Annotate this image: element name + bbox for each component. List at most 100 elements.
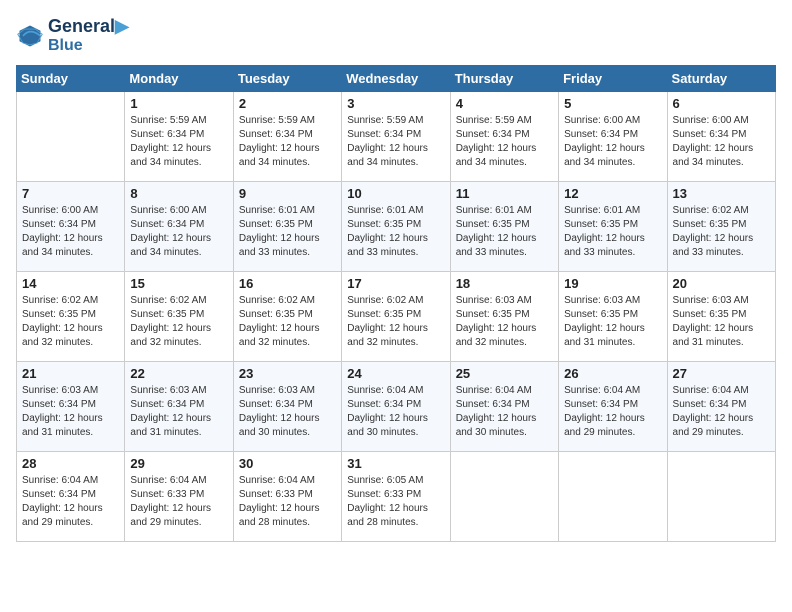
calendar-cell: 3 Sunrise: 5:59 AM Sunset: 6:34 PM Daylig… [342,92,450,182]
calendar-week-row: 21 Sunrise: 6:03 AM Sunset: 6:34 PM Dayli… [17,362,776,452]
column-header-monday: Monday [125,66,233,92]
calendar-cell: 19 Sunrise: 6:03 AM Sunset: 6:35 PM Dayli… [559,272,667,362]
calendar-cell: 10 Sunrise: 6:01 AM Sunset: 6:35 PM Dayli… [342,182,450,272]
day-info: Sunrise: 6:04 AM Sunset: 6:33 PM Dayligh… [130,474,227,530]
calendar-cell [559,452,667,542]
calendar-week-row: 1 Sunrise: 5:59 AM Sunset: 6:34 PM Daylig… [17,92,776,182]
day-number: 13 [673,186,770,201]
day-info: Sunrise: 6:04 AM Sunset: 6:34 PM Dayligh… [22,474,119,530]
day-info: Sunrise: 6:03 AM Sunset: 6:35 PM Dayligh… [456,294,553,350]
calendar-cell: 9 Sunrise: 6:01 AM Sunset: 6:35 PM Daylig… [233,182,341,272]
day-number: 4 [456,96,553,111]
day-number: 14 [22,276,119,291]
day-number: 21 [22,366,119,381]
calendar-header-row: SundayMondayTuesdayWednesdayThursdayFrid… [17,66,776,92]
column-header-saturday: Saturday [667,66,775,92]
day-number: 1 [130,96,227,111]
day-number: 10 [347,186,444,201]
day-number: 5 [564,96,661,111]
day-number: 22 [130,366,227,381]
calendar-table: SundayMondayTuesdayWednesdayThursdayFrid… [16,65,776,542]
column-header-friday: Friday [559,66,667,92]
column-header-thursday: Thursday [450,66,558,92]
day-info: Sunrise: 6:01 AM Sunset: 6:35 PM Dayligh… [239,204,336,260]
day-number: 8 [130,186,227,201]
day-number: 23 [239,366,336,381]
calendar-cell: 11 Sunrise: 6:01 AM Sunset: 6:35 PM Dayli… [450,182,558,272]
calendar-cell: 22Sunrise: 6:03 AM Sunset: 6:34 PM Dayli… [125,362,233,452]
day-info: Sunrise: 5:59 AM Sunset: 6:34 PM Dayligh… [239,114,336,170]
calendar-cell: 21 Sunrise: 6:03 AM Sunset: 6:34 PM Dayli… [17,362,125,452]
day-number: 24 [347,366,444,381]
day-number: 12 [564,186,661,201]
calendar-cell: 31 Sunrise: 6:05 AM Sunset: 6:33 PM Dayli… [342,452,450,542]
calendar-cell: 16 Sunrise: 6:02 AM Sunset: 6:35 PM Dayli… [233,272,341,362]
day-info: Sunrise: 6:00 AM Sunset: 6:34 PM Dayligh… [673,114,770,170]
day-info: Sunrise: 6:02 AM Sunset: 6:35 PM Dayligh… [130,294,227,350]
calendar-week-row: 14 Sunrise: 6:02 AM Sunset: 6:35 PM Dayli… [17,272,776,362]
day-info: Sunrise: 6:00 AM Sunset: 6:34 PM Dayligh… [130,204,227,260]
calendar-cell: 12 Sunrise: 6:01 AM Sunset: 6:35 PM Dayli… [559,182,667,272]
calendar-cell: 4 Sunrise: 5:59 AM Sunset: 6:34 PM Daylig… [450,92,558,182]
calendar-cell: 27 Sunrise: 6:04 AM Sunset: 6:34 PM Dayli… [667,362,775,452]
column-header-sunday: Sunday [17,66,125,92]
day-number: 19 [564,276,661,291]
day-info: Sunrise: 6:00 AM Sunset: 6:34 PM Dayligh… [564,114,661,170]
calendar-cell: 28 Sunrise: 6:04 AM Sunset: 6:34 PM Dayli… [17,452,125,542]
calendar-cell: 6Sunrise: 6:00 AM Sunset: 6:34 PM Daylig… [667,92,775,182]
day-info: Sunrise: 6:02 AM Sunset: 6:35 PM Dayligh… [673,204,770,260]
calendar-cell: 17 Sunrise: 6:02 AM Sunset: 6:35 PM Dayli… [342,272,450,362]
logo-text: General▶ Blue [48,16,129,55]
day-number: 15 [130,276,227,291]
calendar-cell: 5 Sunrise: 6:00 AM Sunset: 6:34 PM Daylig… [559,92,667,182]
day-info: Sunrise: 6:02 AM Sunset: 6:35 PM Dayligh… [239,294,336,350]
calendar-cell: 1 Sunrise: 5:59 AM Sunset: 6:34 PM Daylig… [125,92,233,182]
day-info: Sunrise: 6:04 AM Sunset: 6:34 PM Dayligh… [347,384,444,440]
calendar-cell [667,452,775,542]
calendar-cell: 8 Sunrise: 6:00 AM Sunset: 6:34 PM Daylig… [125,182,233,272]
calendar-cell: 24 Sunrise: 6:04 AM Sunset: 6:34 PM Dayli… [342,362,450,452]
day-info: Sunrise: 6:02 AM Sunset: 6:35 PM Dayligh… [347,294,444,350]
calendar-cell: 18 Sunrise: 6:03 AM Sunset: 6:35 PM Dayli… [450,272,558,362]
day-info: Sunrise: 6:01 AM Sunset: 6:35 PM Dayligh… [456,204,553,260]
calendar-cell: 29 Sunrise: 6:04 AM Sunset: 6:33 PM Dayli… [125,452,233,542]
calendar-cell: 20 Sunrise: 6:03 AM Sunset: 6:35 PM Dayli… [667,272,775,362]
day-info: Sunrise: 6:01 AM Sunset: 6:35 PM Dayligh… [564,204,661,260]
calendar-cell: 7Sunrise: 6:00 AM Sunset: 6:34 PM Daylig… [17,182,125,272]
calendar-week-row: 7 Sunrise: 6:00 AM Sunset: 6:34 PM Daylig… [17,182,776,272]
day-number: 3 [347,96,444,111]
day-number: 27 [673,366,770,381]
logo: General▶ Blue [16,16,129,55]
logo-icon [16,22,44,50]
day-info: Sunrise: 6:05 AM Sunset: 6:33 PM Dayligh… [347,474,444,530]
day-number: 18 [456,276,553,291]
day-info: Sunrise: 5:59 AM Sunset: 6:34 PM Dayligh… [130,114,227,170]
day-number: 7 [22,186,119,201]
day-number: 29 [130,456,227,471]
day-info: Sunrise: 5:59 AM Sunset: 6:34 PM Dayligh… [347,114,444,170]
day-info: Sunrise: 6:03 AM Sunset: 6:34 PM Dayligh… [22,384,119,440]
day-info: Sunrise: 6:03 AM Sunset: 6:35 PM Dayligh… [564,294,661,350]
day-number: 20 [673,276,770,291]
day-info: Sunrise: 6:01 AM Sunset: 6:35 PM Dayligh… [347,204,444,260]
day-info: Sunrise: 6:03 AM Sunset: 6:34 PM Dayligh… [239,384,336,440]
calendar-cell: 15 Sunrise: 6:02 AM Sunset: 6:35 PM Dayli… [125,272,233,362]
day-info: Sunrise: 6:04 AM Sunset: 6:34 PM Dayligh… [456,384,553,440]
calendar-cell: 23 Sunrise: 6:03 AM Sunset: 6:34 PM Dayli… [233,362,341,452]
calendar-cell: 14 Sunrise: 6:02 AM Sunset: 6:35 PM Dayli… [17,272,125,362]
day-info: Sunrise: 6:04 AM Sunset: 6:34 PM Dayligh… [564,384,661,440]
day-number: 31 [347,456,444,471]
day-info: Sunrise: 6:04 AM Sunset: 6:34 PM Dayligh… [673,384,770,440]
calendar-week-row: 28 Sunrise: 6:04 AM Sunset: 6:34 PM Dayli… [17,452,776,542]
day-number: 25 [456,366,553,381]
day-number: 17 [347,276,444,291]
day-number: 11 [456,186,553,201]
day-info: Sunrise: 6:02 AM Sunset: 6:35 PM Dayligh… [22,294,119,350]
day-info: Sunrise: 6:03 AM Sunset: 6:35 PM Dayligh… [673,294,770,350]
day-number: 16 [239,276,336,291]
day-number: 9 [239,186,336,201]
day-number: 30 [239,456,336,471]
day-number: 28 [22,456,119,471]
calendar-cell [17,92,125,182]
day-info: Sunrise: 5:59 AM Sunset: 6:34 PM Dayligh… [456,114,553,170]
